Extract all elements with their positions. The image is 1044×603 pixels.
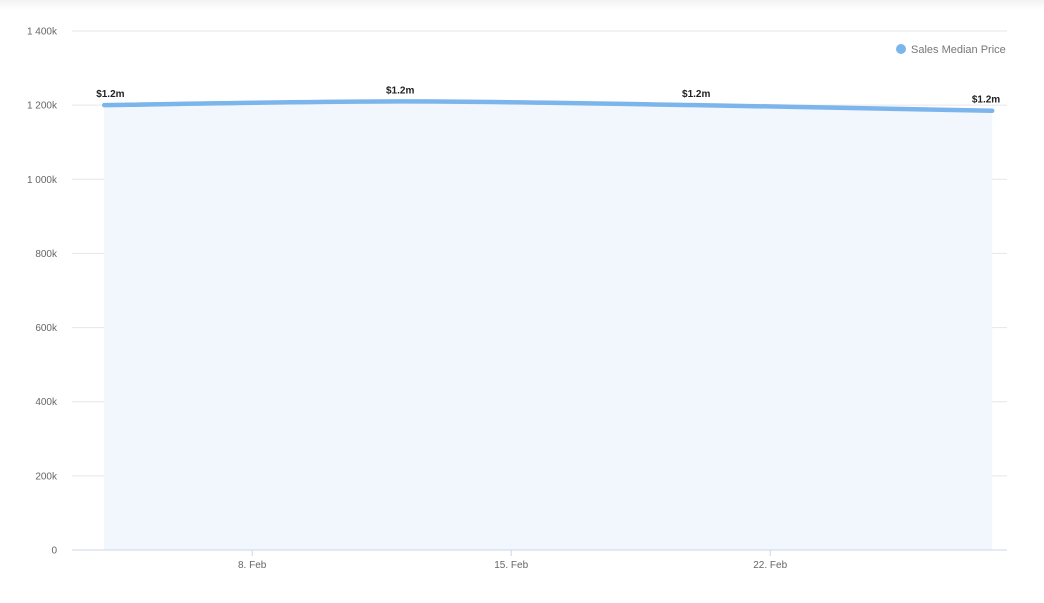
y-tick-label: 200k: [35, 471, 58, 482]
y-tick-label: 1 000k: [27, 175, 58, 186]
y-tick-label: 400k: [35, 397, 58, 408]
y-tick-label: 600k: [35, 323, 58, 334]
legend-label-sales-median-price[interactable]: Sales Median Price: [911, 44, 1006, 56]
y-tick-label: 1 400k: [27, 27, 58, 38]
x-tick-label: 15. Feb: [494, 560, 528, 571]
x-tick-label: 8. Feb: [238, 560, 267, 571]
data-label: $1.2m: [386, 85, 414, 96]
area-fill-sales-median-price: [104, 101, 993, 550]
y-tick-label: 0: [51, 546, 57, 557]
data-label: $1.2m: [96, 89, 124, 100]
legend-marker-sales-median-price[interactable]: [896, 44, 906, 54]
x-tick-label: 22. Feb: [753, 560, 787, 571]
legend[interactable]: Sales Median Price: [896, 44, 1006, 56]
data-label: $1.2m: [682, 89, 710, 100]
y-tick-label: 800k: [35, 249, 58, 260]
sales-median-price-chart: $1.2m $1.2m $1.2m $1.2m 0 200k 400k 600k 800k 1 …: [27, 27, 1007, 571]
data-label: $1.2m: [972, 95, 1000, 106]
area-layer: [104, 101, 993, 550]
y-tick-label: 1 200k: [27, 101, 58, 112]
